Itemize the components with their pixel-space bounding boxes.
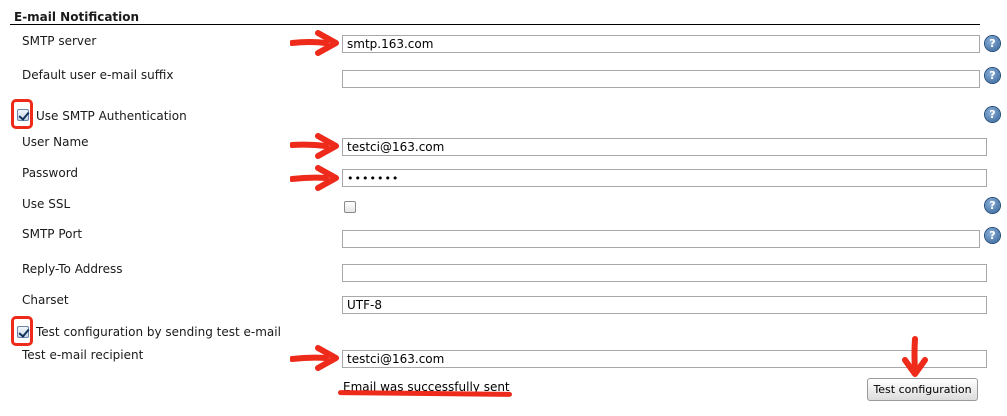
smtp-server-input[interactable]: [342, 35, 980, 53]
smtp-server-label: SMTP server: [22, 34, 97, 48]
use-ssl-checkbox[interactable]: [344, 201, 356, 213]
use-smtp-auth-help-icon[interactable]: ?: [985, 107, 1000, 122]
charset-input[interactable]: [342, 296, 987, 314]
red-arrow-down-icon: [902, 336, 928, 377]
smtp-port-input[interactable]: [342, 230, 980, 248]
test-configuration-button[interactable]: Test configuration: [867, 378, 978, 401]
test-recipient-label: Test e-mail recipient: [22, 348, 144, 362]
use-ssl-help-icon[interactable]: ?: [985, 198, 1000, 213]
default-suffix-label: Default user e-mail suffix: [22, 68, 174, 82]
default-suffix-help-icon[interactable]: ?: [985, 68, 1000, 83]
default-suffix-input[interactable]: [342, 70, 980, 88]
user-name-label: User Name: [22, 135, 89, 149]
annotation-box: [11, 99, 33, 129]
red-arrow-icon: [290, 30, 339, 56]
password-input[interactable]: [342, 169, 987, 187]
red-arrow-icon: [290, 133, 339, 159]
smtp-port-help-icon[interactable]: ?: [985, 228, 1000, 243]
section-title: E-mail Notification: [14, 10, 140, 24]
red-arrow-icon: [290, 345, 339, 371]
annotation-underline: [337, 390, 513, 397]
section-divider: [10, 24, 980, 25]
test-recipient-input[interactable]: [342, 350, 987, 368]
smtp-server-help-icon[interactable]: ?: [985, 36, 1000, 51]
password-label: Password: [22, 166, 79, 180]
reply-to-input[interactable]: [342, 264, 987, 282]
smtp-port-label: SMTP Port: [22, 227, 83, 241]
annotation-box: [11, 316, 33, 346]
use-ssl-label: Use SSL: [22, 197, 71, 211]
reply-to-label: Reply-To Address: [22, 262, 123, 276]
user-name-input[interactable]: [342, 138, 987, 156]
red-arrow-icon: [290, 165, 339, 191]
test-config-label: Test configuration by sending test e-mai…: [36, 325, 281, 339]
charset-label: Charset: [22, 293, 69, 307]
use-smtp-auth-label: Use SMTP Authentication: [36, 109, 187, 123]
